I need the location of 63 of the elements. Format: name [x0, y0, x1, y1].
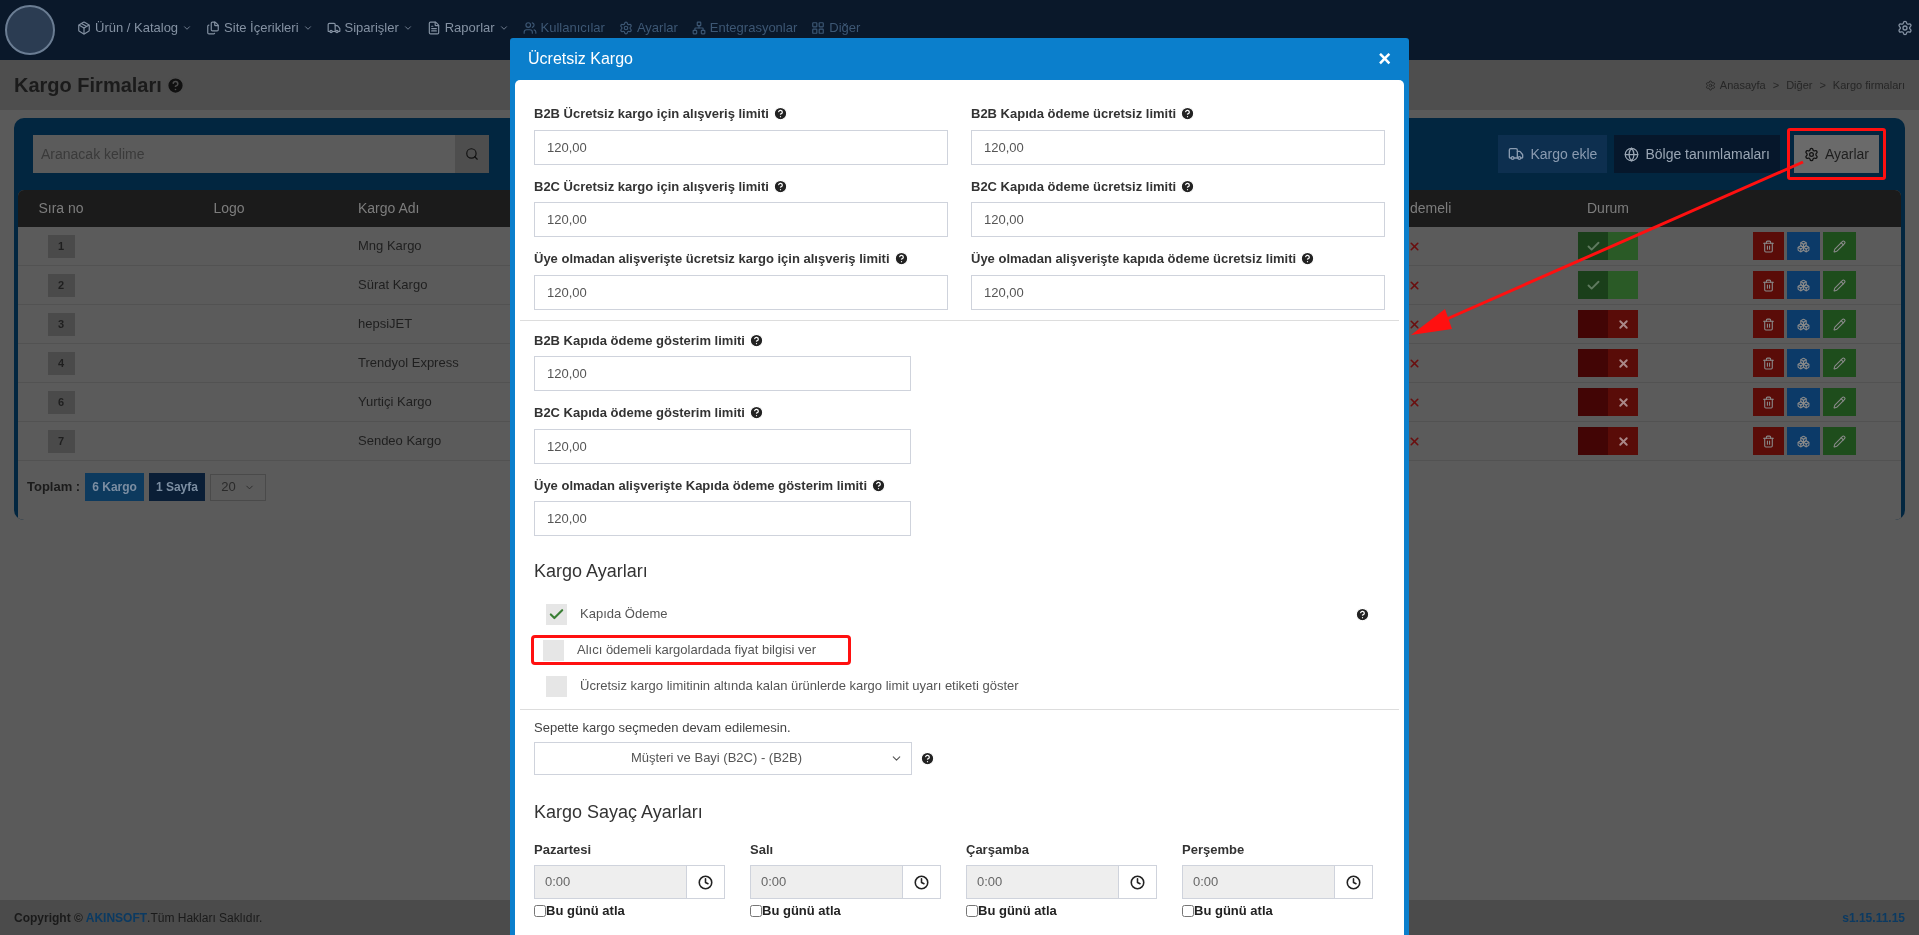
modal-title: Ücretsiz Kargo [528, 49, 633, 69]
input-field[interactable]: 120,00 [534, 274, 948, 310]
toolbar-button[interactable]: Bölge tanımlamaları [1614, 135, 1780, 173]
field-label: B2B Kapıda ödeme ücretsiz limiti [971, 105, 1177, 123]
input-field[interactable]: 120,00 [534, 202, 948, 237]
day-label: Salı [750, 840, 775, 859]
breadcrumb-separator: > [1819, 77, 1826, 93]
checkbox-label: Bu günü atla [762, 902, 841, 920]
table-cell-text: hepsiJET [357, 315, 414, 334]
input-field[interactable]: 120,00 [534, 428, 911, 464]
field-label: Üye olmadan alişverişte Kapıda ödeme gösterim limiti [534, 476, 868, 495]
field-label: B2C Ücretsiz kargo için alışveriş limiti [534, 177, 769, 196]
total-label: Toplam : [27, 478, 81, 497]
checkbox-label: Kapıda Ödeme [580, 605, 668, 624]
field-label: B2B Ücretsiz kargo için alışveriş limiti [534, 105, 769, 123]
column-header: Logo [213, 199, 245, 218]
table-cell-text: Trendyol Express [357, 354, 460, 373]
input-field[interactable]: 120,00 [534, 356, 911, 391]
table-cell-text: Mng Kargo [357, 237, 423, 256]
table-cell-text: Sürat Kargo [357, 276, 429, 295]
checkbox-label: Bu günü atla [978, 902, 1057, 920]
close-button[interactable]: × [1378, 48, 1391, 70]
select-label: Sepette kargo seçmeden devam edilemesin. [534, 719, 792, 737]
checkbox-label: Ücretsiz kargo limitinin altında kalan ürünlerde kargo limit uyarı etiketi göster [580, 677, 1019, 696]
table-cell-text: Sendeo Kargo [357, 432, 443, 451]
field-label: B2C Kapıda ödeme gösterim limiti [534, 404, 745, 422]
input-field[interactable]: 120,00 [971, 274, 1385, 310]
time-field[interactable]: 0:00 [966, 865, 1157, 899]
day-label: Çarşamba [966, 840, 1030, 859]
column-header: Durum [1587, 199, 1629, 218]
field-label: B2C Kapıda ödeme ücretsiz limiti [971, 177, 1177, 196]
nav-item[interactable]: Siparişler [326, 18, 413, 38]
nav-item[interactable]: Site İçerikleri [206, 18, 313, 38]
input-field[interactable]: 120,00 [971, 129, 1385, 165]
section-heading: Kargo Ayarları [533, 560, 649, 583]
column-header: Kargo Adı [357, 199, 421, 218]
input-field[interactable]: 120,00 [534, 501, 911, 536]
field-label: Üye olmadan alişverişte ücretsiz kargo için alışveriş limiti [534, 250, 890, 268]
time-field[interactable]: 0:00 [1182, 865, 1373, 899]
breadcrumb-separator: > [1772, 77, 1780, 93]
version-text: s1.15.11.15 [1842, 909, 1905, 927]
toolbar-button[interactable]: Ayarlar [1793, 135, 1879, 173]
checkbox-label: Bu günü atla [546, 902, 625, 920]
day-label: Perşembe [1182, 840, 1246, 859]
input-field[interactable]: 120,00 [971, 202, 1385, 237]
table-cell-text: Yurtiçi Kargo [357, 393, 433, 412]
checkbox-label: Bu günü atla [1194, 902, 1273, 920]
count-badge: 6 Kargo [85, 473, 144, 501]
select-field[interactable]: Müşteri ve Bayi (B2C) - (B2B) [534, 741, 912, 775]
time-field[interactable]: 0:00 [750, 865, 941, 899]
column-header: Sıra no [38, 199, 84, 218]
toolbar-button[interactable]: Kargo ekle [1498, 135, 1608, 173]
time-field[interactable]: 0:00 [534, 865, 725, 899]
field-label: Üye olmadan alişverişte kapıda ödeme ücretsiz limiti [971, 250, 1297, 268]
nav-item[interactable]: Ürün / Katalog [77, 18, 193, 38]
field-label: B2B Kapıda ödeme gösterim limiti [534, 331, 745, 350]
checkbox-label: Alıcı ödemeli kargolardada fiyat bilgisi ver [577, 641, 817, 660]
column-header: demeli [1409, 199, 1453, 218]
page-badge: 1 Sayfa [148, 473, 205, 501]
section-heading: Kargo Sayaç Ayarları [534, 800, 704, 824]
input-field[interactable]: 120,00 [534, 129, 948, 165]
nav-item[interactable]: Raporlar [426, 18, 509, 38]
day-label: Pazartesi [534, 840, 593, 859]
